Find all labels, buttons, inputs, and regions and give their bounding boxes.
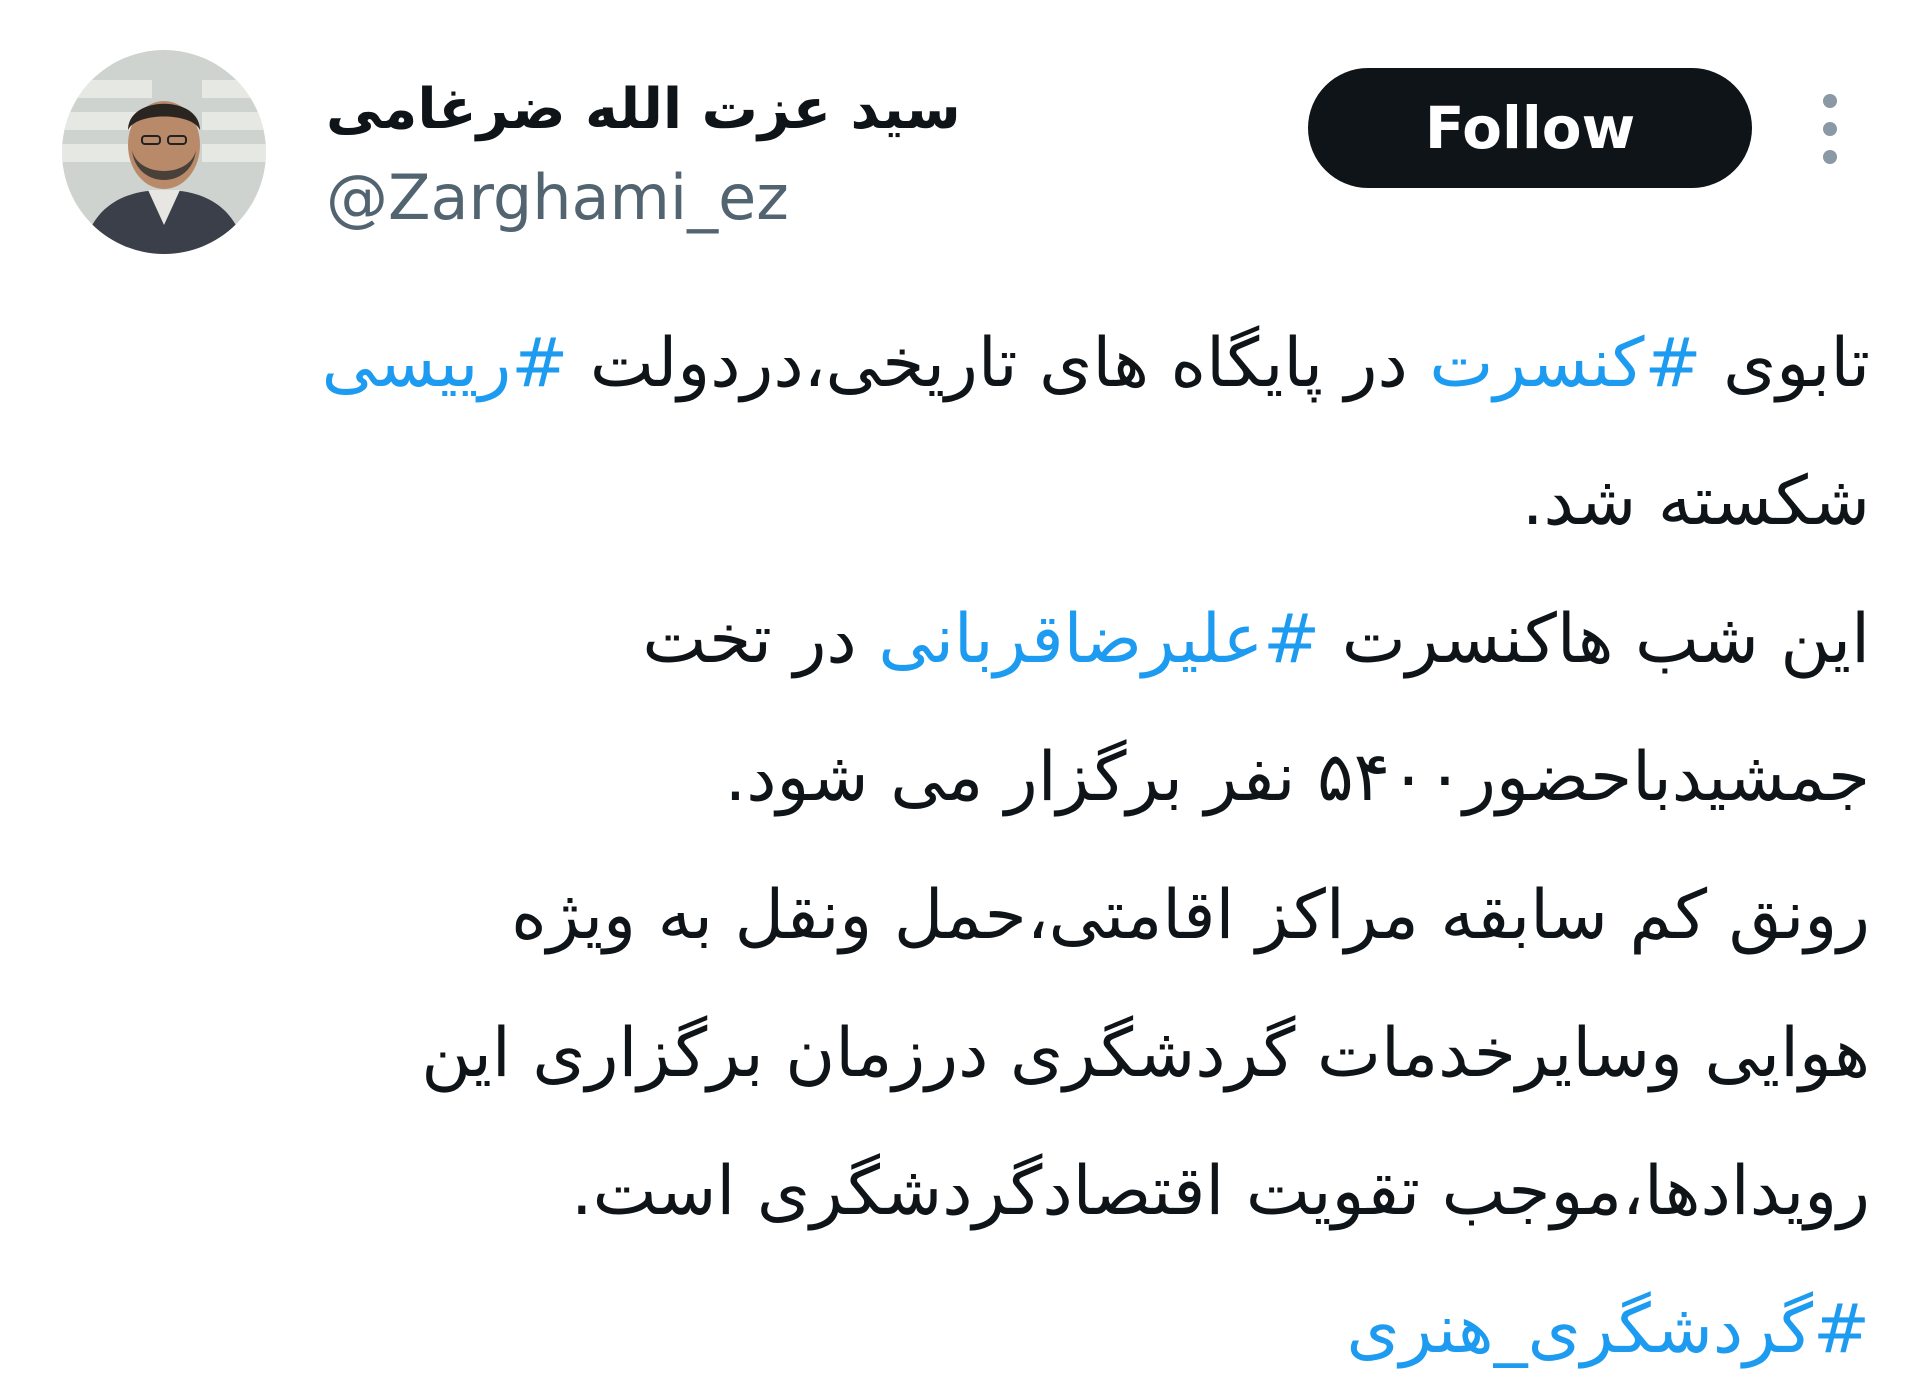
author-display-name[interactable]: سید عزت الله ضرغامی xyxy=(326,70,966,150)
tweet-line: هوایی وسایرخدمات گردشگری درزمان برگزاری … xyxy=(421,1014,1870,1093)
hashtag-link[interactable]: #گردشگری_هنری xyxy=(1346,1290,1870,1369)
author-handle[interactable]: @Zarghami_ez xyxy=(326,158,789,238)
tweet-line: رونق کم سابقه مراکز اقامتی،حمل ونقل به و… xyxy=(511,876,1870,955)
follow-button[interactable]: Follow xyxy=(1308,68,1752,188)
tweet-text-segment: در پایگاه های تاریخی،دردولت xyxy=(568,324,1430,403)
tweet-text-segment: این شب هاکنسرت xyxy=(1320,600,1870,679)
avatar-photo xyxy=(62,50,266,254)
tweet-line: شکسته شد. xyxy=(1521,462,1870,541)
tweet-line: این شب هاکنسرت #علیرضاقربانی در تخت xyxy=(90,571,1870,709)
hashtag-link[interactable]: #علیرضاقربانی xyxy=(878,600,1320,679)
tweet-line: رویدادها،موجب تقویت اقتصادگردشگری است. xyxy=(571,1152,1870,1231)
tweet-text-segment: در تخت xyxy=(642,600,879,679)
tweet-text: تابوی #کنسرت در پایگاه های تاریخی،دردولت… xyxy=(90,295,1870,1399)
tweet-text-segment: تابوی xyxy=(1701,324,1870,403)
tweet-line: تابوی #کنسرت در پایگاه های تاریخی،دردولت… xyxy=(90,295,1870,433)
author-avatar[interactable] xyxy=(62,50,266,254)
more-dot xyxy=(1823,94,1837,108)
tweet-line: جمشیدباحضور۵۴۰۰ نفر برگزار می شود. xyxy=(724,738,1870,817)
more-dot xyxy=(1823,122,1837,136)
hashtag-link[interactable]: #کنسرت xyxy=(1429,324,1701,403)
more-vertical-icon[interactable] xyxy=(1816,94,1844,164)
hashtag-link[interactable]: #رییسی xyxy=(322,324,569,403)
tweet-line: #گردشگری_هنری xyxy=(90,1261,1870,1399)
more-dot xyxy=(1823,150,1837,164)
